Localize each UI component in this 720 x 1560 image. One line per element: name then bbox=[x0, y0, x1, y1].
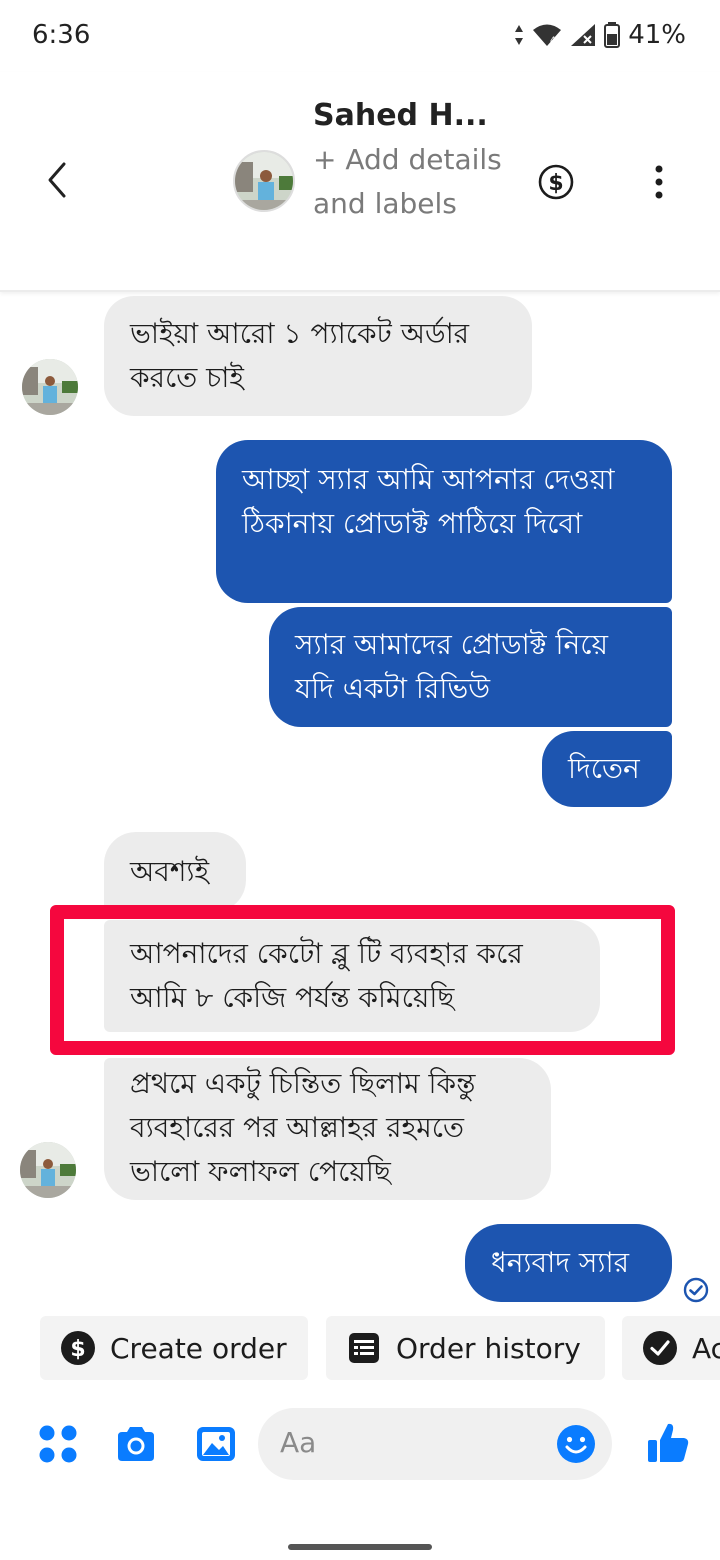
contact-name[interactable]: Sahed H... bbox=[313, 98, 488, 133]
receipt-list-icon bbox=[349, 1333, 379, 1363]
svg-text:$: $ bbox=[70, 1337, 85, 1362]
message-text: স্যার আমাদের প্রোডাক্ট নিয়ে যদি একটা রি… bbox=[295, 628, 608, 705]
cell-signal-icon bbox=[571, 24, 596, 46]
quick-reply-label: Create order bbox=[110, 1331, 287, 1365]
message-incoming[interactable]: প্রথমে একটু চিন্তিত ছিলাম কিন্তু ব্যবহার… bbox=[104, 1058, 551, 1200]
conversation-header: Sahed H... + Add details and labels $ bbox=[0, 72, 720, 292]
message-outgoing[interactable]: আচ্ছা স্যার আমি আপনার দেওয়া ঠিকানায় প্… bbox=[216, 440, 672, 603]
back-arrow-icon[interactable] bbox=[38, 160, 78, 200]
home-indicator[interactable] bbox=[288, 1544, 432, 1550]
more-options-icon[interactable] bbox=[646, 164, 672, 200]
message-outgoing[interactable]: ধন্যবাদ স্যার bbox=[465, 1224, 672, 1302]
message-input-placeholder: Aa bbox=[280, 1426, 317, 1459]
create-order-button[interactable]: $ Create order bbox=[40, 1316, 308, 1380]
message-composer: Aa bbox=[0, 1400, 720, 1490]
quick-reply-label: Order history bbox=[396, 1331, 581, 1365]
quick-reply-partial[interactable]: Ac bbox=[622, 1316, 720, 1380]
highlight-box bbox=[50, 905, 675, 1055]
message-text: প্রথমে একটু চিন্তিত ছিলাম কিন্তু ব্যবহার… bbox=[130, 1067, 476, 1188]
message-text: আচ্ছা স্যার আমি আপনার দেওয়া ঠিকানায় প্… bbox=[242, 463, 615, 540]
contact-avatar[interactable] bbox=[233, 150, 295, 212]
emoji-icon[interactable] bbox=[556, 1424, 596, 1464]
message-input[interactable]: Aa bbox=[258, 1408, 612, 1480]
status-time: 6:36 bbox=[32, 20, 91, 50]
gallery-image-icon[interactable] bbox=[194, 1422, 238, 1466]
message-text: ভাইয়া আরো ১ প্যাকেট অর্ডার করতে চাই bbox=[130, 317, 470, 394]
sender-avatar[interactable] bbox=[20, 1142, 76, 1198]
battery-percent: 41% bbox=[628, 20, 686, 50]
thumbs-up-icon[interactable] bbox=[644, 1418, 692, 1466]
svg-text:4: 4 bbox=[550, 36, 556, 46]
svg-text:$: $ bbox=[548, 171, 563, 196]
message-text: অবশ্যই bbox=[130, 855, 210, 888]
dollar-circle-icon: $ bbox=[61, 1331, 95, 1365]
message-text: ধন্যবাদ স্যার bbox=[491, 1246, 629, 1279]
read-receipt-icon bbox=[683, 1277, 709, 1303]
camera-icon[interactable] bbox=[114, 1422, 158, 1466]
battery-icon bbox=[604, 22, 621, 48]
add-details-link[interactable]: + Add details and labels bbox=[313, 138, 513, 226]
status-icons: 4 41% bbox=[514, 20, 686, 50]
message-outgoing[interactable]: দিতেন bbox=[542, 731, 672, 807]
check-circle-icon bbox=[643, 1331, 677, 1365]
message-incoming[interactable]: ভাইয়া আরো ১ প্যাকেট অর্ডার করতে চাই bbox=[104, 296, 532, 416]
apps-grid-icon[interactable] bbox=[36, 1422, 80, 1466]
wifi-icon: 4 bbox=[533, 24, 562, 46]
quick-reply-label: Ac bbox=[692, 1331, 720, 1365]
status-bar: 6:36 4 41% bbox=[0, 0, 720, 72]
message-outgoing[interactable]: স্যার আমাদের প্রোডাক্ট নিয়ে যদি একটা রি… bbox=[269, 607, 672, 727]
message-incoming[interactable]: অবশ্যই bbox=[104, 832, 246, 912]
message-text: দিতেন bbox=[568, 752, 640, 785]
payment-dollar-icon[interactable]: $ bbox=[538, 164, 574, 200]
sender-avatar[interactable] bbox=[22, 359, 78, 415]
data-arrows-icon bbox=[515, 25, 524, 45]
order-history-button[interactable]: Order history bbox=[326, 1316, 605, 1380]
